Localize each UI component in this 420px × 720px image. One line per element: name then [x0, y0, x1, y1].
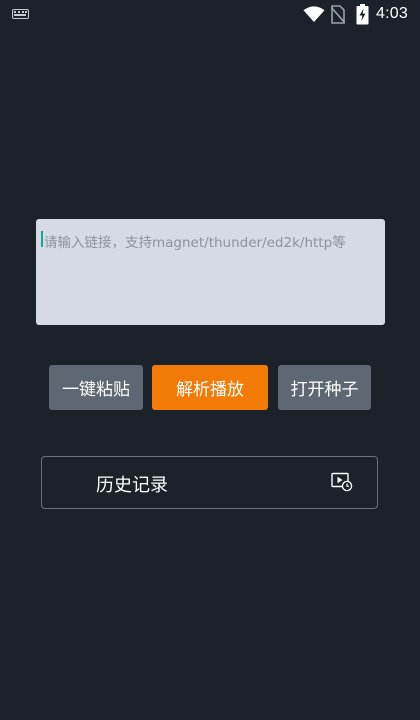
history-label: 历史记录 [96, 475, 168, 496]
battery-charging-icon [356, 4, 369, 25]
no-sim-icon [331, 5, 345, 24]
wifi-icon [303, 6, 325, 22]
text-caret [41, 231, 43, 247]
status-time: 4:03 [376, 5, 408, 22]
video-history-icon [331, 472, 353, 492]
status-bar: 4:03 [0, 0, 420, 30]
parse-play-button[interactable]: 解析播放 [152, 365, 268, 410]
keyboard-icon [12, 9, 29, 19]
open-torrent-button[interactable]: 打开种子 [278, 365, 371, 410]
link-input-placeholder: 请输入链接，支持magnet/thunder/ed2k/http等 [44, 235, 346, 251]
paste-button[interactable]: 一键粘贴 [49, 365, 143, 410]
history-button[interactable]: 历史记录 [41, 456, 378, 509]
